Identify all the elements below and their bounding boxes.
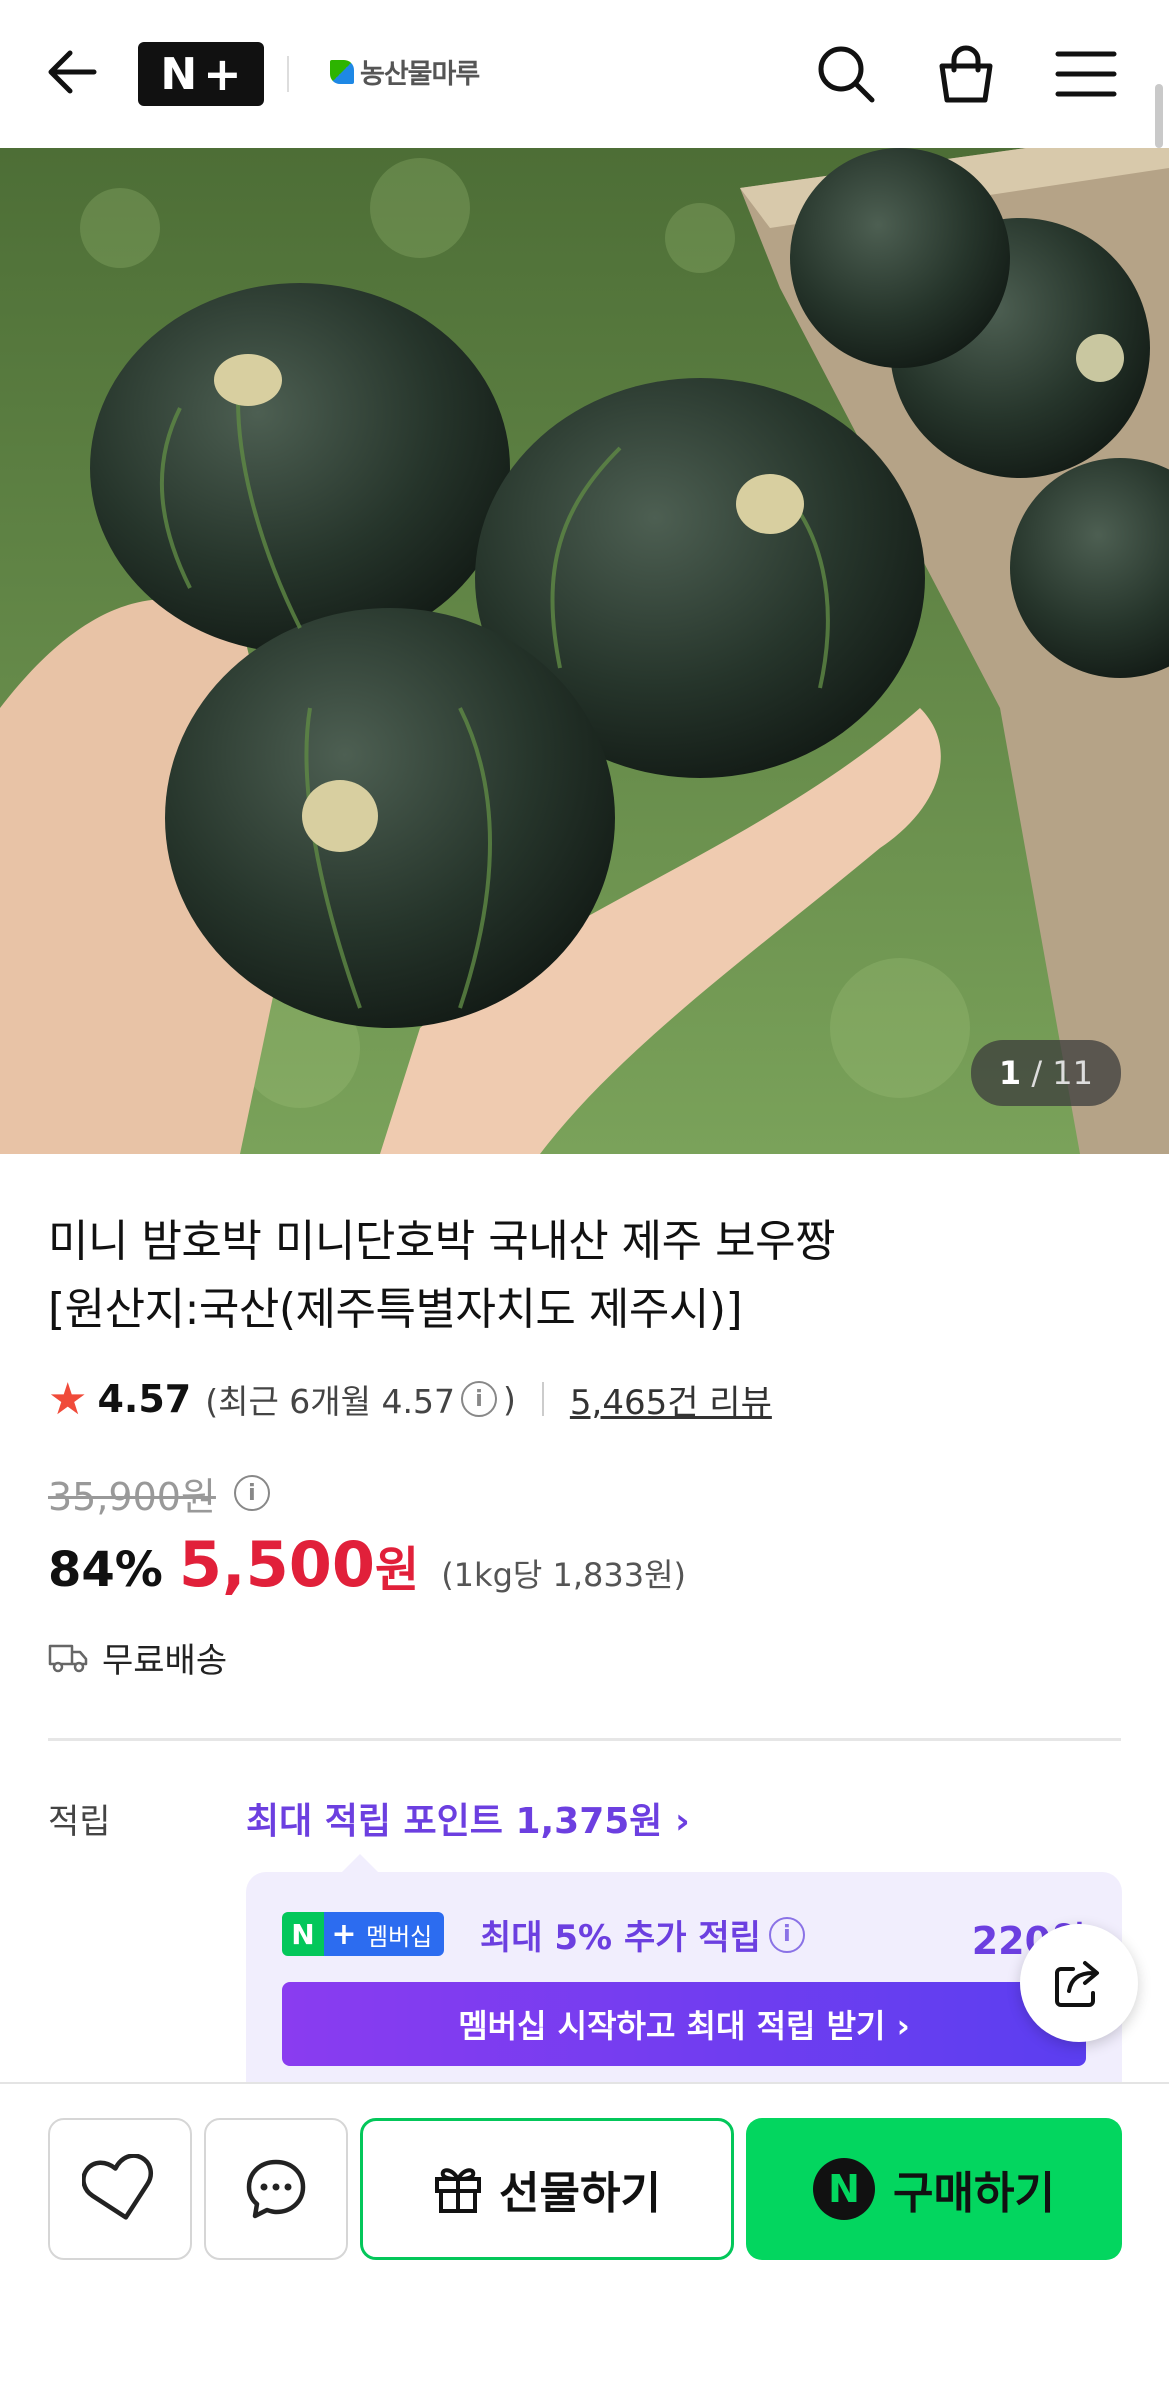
review-count-link[interactable]: 5,465건 리뷰 bbox=[570, 1375, 772, 1424]
product-title-line2: [원산지:국산(제주특별자치도 제주시)] bbox=[48, 1284, 743, 1335]
membership-extra-points-text: 최대 5% 추가 적립 bbox=[480, 1918, 761, 1958]
product-title-line1: 미니 밤호박 미니단호박 국내산 제주 보우짱 bbox=[48, 1216, 836, 1267]
shipping-row: 무료배송 bbox=[48, 1632, 1121, 1682]
search-icon bbox=[818, 46, 875, 103]
membership-badge-plus: + bbox=[324, 1912, 364, 1956]
membership-box: N + 멤버십 최대 5% 추가 적립 i 220원 멤버십 시작하고 최대 적… bbox=[246, 1854, 1122, 2092]
cart-button[interactable] bbox=[928, 36, 1004, 112]
menu-icon bbox=[1055, 51, 1117, 97]
store-leaf-icon bbox=[330, 59, 354, 84]
talk-button[interactable] bbox=[204, 2118, 348, 2260]
product-title: 미니 밤호박 미니단호박 국내산 제주 보우짱 [원산지:국산(제주특별자치도 … bbox=[48, 1208, 1121, 1344]
unit-price: (1kg당 1,833원) bbox=[441, 1556, 687, 1594]
bottom-action-bar: 선물하기 N 구매하기 bbox=[0, 2082, 1169, 2389]
heart-icon bbox=[82, 2154, 154, 2220]
wishlist-button[interactable] bbox=[48, 2118, 192, 2260]
membership-badge-text: 멤버십 bbox=[364, 1912, 445, 1956]
original-price-row: 35,900원 i bbox=[48, 1468, 1121, 1519]
section-divider bbox=[48, 1738, 1121, 1741]
pumpkin-photo bbox=[0, 148, 1169, 1154]
menu-button[interactable] bbox=[1048, 36, 1124, 112]
nplus-logo[interactable]: N + bbox=[138, 42, 264, 106]
logo-divider bbox=[287, 56, 289, 92]
membership-badge: N + 멤버십 bbox=[282, 1912, 445, 1956]
max-points-link[interactable]: 최대 적립 포인트 1,375원 › bbox=[246, 1792, 690, 1844]
rating-recent: (최근 6개월 4.57 i ) bbox=[205, 1375, 516, 1423]
original-price: 35,900원 bbox=[48, 1474, 216, 1519]
membership-badge-n: N bbox=[282, 1912, 324, 1956]
rating-value: 4.57 bbox=[97, 1377, 192, 1421]
share-button[interactable] bbox=[1020, 1924, 1138, 2042]
rating-row: ★ 4.57 (최근 6개월 4.57 i ) 5,465건 리뷰 bbox=[48, 1372, 1121, 1426]
star-icon: ★ bbox=[48, 1373, 88, 1425]
membership-start-button[interactable]: 멤버십 시작하고 최대 적립 받기 › bbox=[282, 1982, 1086, 2066]
truck-icon bbox=[48, 1644, 88, 1673]
discount-rate: 84% bbox=[48, 1542, 163, 1598]
image-counter-current: 1 bbox=[998, 1054, 1022, 1092]
rating-divider bbox=[541, 1382, 544, 1416]
top-header: N + 농산물마루 bbox=[0, 0, 1169, 148]
rating-recent-text: (최근 6개월 4.57 bbox=[205, 1382, 455, 1421]
price-row: 84% 5,500 원 (1kg당 1,833원) bbox=[48, 1528, 1121, 1608]
sale-price: 5,500 bbox=[178, 1528, 376, 1601]
chat-icon bbox=[246, 2159, 306, 2219]
membership-extra-points: 최대 5% 추가 적립 i bbox=[480, 1910, 811, 1959]
buy-button[interactable]: N 구매하기 bbox=[746, 2118, 1122, 2260]
buy-button-label: 구매하기 bbox=[893, 2168, 1055, 2219]
nplus-logo-n: N bbox=[160, 48, 198, 100]
gift-icon bbox=[435, 2168, 482, 2213]
price-info-icon[interactable]: i bbox=[233, 1475, 270, 1511]
search-button[interactable] bbox=[808, 36, 884, 112]
points-label: 적립 bbox=[48, 1802, 111, 1842]
sale-price-unit: 원 bbox=[375, 1542, 420, 1598]
share-icon bbox=[1055, 1961, 1099, 2007]
store-logo[interactable]: 농산물마루 bbox=[330, 52, 480, 91]
nplus-logo-plus: + bbox=[203, 47, 242, 101]
rating-recent-close: ) bbox=[503, 1379, 516, 1419]
store-name: 농산물마루 bbox=[360, 59, 480, 90]
membership-info-icon[interactable]: i bbox=[768, 1916, 805, 1953]
scrollbar[interactable] bbox=[1155, 84, 1163, 148]
shopping-bag-icon bbox=[939, 45, 993, 103]
naver-pay-icon: N bbox=[813, 2158, 876, 2220]
gift-button[interactable]: 선물하기 bbox=[360, 2118, 734, 2260]
product-image[interactable]: 1 / 11 bbox=[0, 148, 1169, 1154]
image-counter-total: 11 bbox=[1052, 1054, 1093, 1092]
back-arrow-icon bbox=[48, 50, 97, 94]
info-icon[interactable]: i bbox=[461, 1381, 497, 1417]
product-info: 미니 밤호박 미니단호박 국내산 제주 보우짱 [원산지:국산(제주특별자치도 … bbox=[48, 1154, 1121, 1682]
shipping-text: 무료배송 bbox=[102, 1640, 228, 1681]
back-button[interactable] bbox=[40, 40, 104, 104]
image-counter: 1 / 11 bbox=[970, 1040, 1121, 1106]
gift-button-label: 선물하기 bbox=[499, 2168, 661, 2219]
image-counter-separator: / bbox=[1031, 1054, 1043, 1092]
